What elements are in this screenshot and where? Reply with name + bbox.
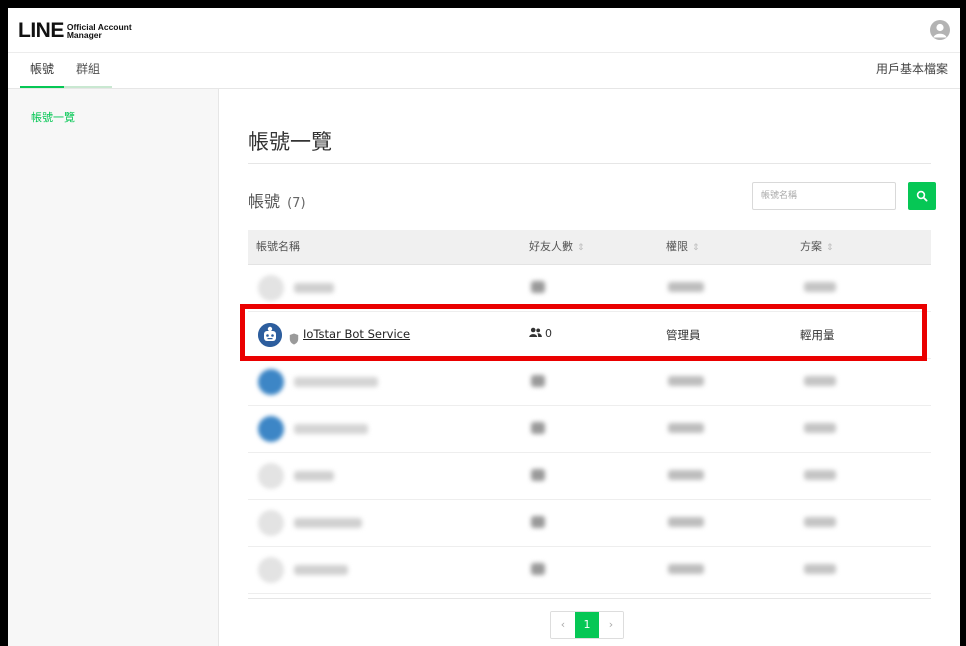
sidebar: 帳號一覽 — [8, 89, 219, 646]
logo-wordmark: LINE — [18, 19, 64, 42]
redacted-plan — [804, 564, 836, 574]
table-row[interactable] — [248, 547, 931, 594]
friends-count: 0 — [545, 327, 552, 340]
account-name-search-input[interactable] — [752, 182, 896, 210]
account-name-link[interactable]: IoTstar Bot Service — [303, 327, 410, 341]
table-row[interactable] — [248, 359, 931, 406]
redacted-name — [294, 283, 334, 293]
redacted-name — [294, 377, 378, 387]
column-header-plan[interactable]: 方案 ⇕ — [800, 230, 834, 265]
pagination: ‹ 1 › — [550, 611, 624, 639]
plan-cell: 輕用量 — [800, 328, 835, 342]
page-1-button[interactable]: 1 — [575, 612, 599, 638]
section-title: 帳號 (7) — [248, 188, 306, 212]
redacted-friends — [531, 375, 545, 387]
section-title-label: 帳號 — [248, 192, 281, 211]
tab-groups[interactable]: 群組 — [64, 53, 112, 88]
role-cell: 管理員 — [666, 328, 701, 342]
redacted-friends — [531, 281, 545, 293]
column-header-label: 帳號名稱 — [256, 240, 300, 253]
next-page-button[interactable]: › — [599, 612, 623, 638]
account-count: (7) — [287, 196, 306, 211]
redacted-friends — [531, 422, 545, 434]
prev-page-button[interactable]: ‹ — [551, 612, 575, 638]
sort-icon: ⇕ — [577, 243, 585, 253]
tab-accounts[interactable]: 帳號 — [20, 53, 64, 88]
friends-icon — [529, 327, 545, 340]
user-profile-link[interactable]: 用戶基本檔案 — [876, 53, 948, 86]
column-header-friends[interactable]: 好友人數 ⇕ — [529, 230, 585, 265]
accounts-table-header: 帳號名稱 好友人數 ⇕ 權限 ⇕ 方案 ⇕ — [248, 230, 931, 265]
top-header: LINE Official Account Manager — [8, 8, 960, 53]
logo-subtitle-line2: Manager — [66, 29, 102, 40]
line-oa-manager-logo[interactable]: LINE Official Account Manager — [18, 20, 132, 41]
table-row[interactable] — [248, 265, 931, 312]
redacted-role — [668, 470, 704, 480]
redacted-name — [294, 424, 368, 434]
redacted-role — [668, 517, 704, 527]
redacted-plan — [804, 470, 836, 480]
avatar — [258, 369, 284, 395]
friends-count-cell: 0 — [529, 327, 552, 340]
avatar — [258, 463, 284, 489]
nav-tabs-bar: 帳號 群組 用戶基本檔案 — [8, 53, 960, 89]
redacted-role — [668, 376, 704, 386]
column-header-role[interactable]: 權限 ⇕ — [666, 230, 700, 265]
redacted-plan — [804, 282, 836, 292]
search-button[interactable] — [908, 182, 936, 210]
sort-icon: ⇕ — [826, 243, 834, 253]
logo-subtitle: Official Account Manager — [66, 22, 132, 40]
redacted-plan — [804, 423, 836, 433]
redacted-name — [294, 565, 348, 575]
column-header-label: 好友人數 — [529, 240, 573, 253]
redacted-role — [668, 282, 704, 292]
shield-icon — [289, 330, 299, 345]
table-row[interactable] — [248, 453, 931, 500]
redacted-friends — [531, 563, 545, 575]
avatar — [258, 416, 284, 442]
redacted-name — [294, 471, 334, 481]
title-divider — [248, 163, 931, 164]
column-header-label: 權限 — [666, 240, 688, 253]
redacted-plan — [804, 376, 836, 386]
redacted-friends — [531, 469, 545, 481]
redacted-role — [668, 423, 704, 433]
sort-icon: ⇕ — [692, 243, 700, 253]
table-row[interactable] — [248, 500, 931, 547]
bot-avatar — [258, 323, 282, 347]
redacted-friends — [531, 516, 545, 528]
sidebar-item-account-list[interactable]: 帳號一覽 — [31, 109, 75, 125]
column-header-label: 方案 — [800, 240, 822, 253]
app-window: LINE Official Account Manager 帳號 群組 用戶基本… — [8, 8, 960, 646]
redacted-plan — [804, 517, 836, 527]
column-header-account-name: 帳號名稱 — [256, 230, 300, 264]
search-icon — [916, 187, 928, 206]
table-row[interactable] — [248, 406, 931, 453]
redacted-role — [668, 564, 704, 574]
page-title: 帳號一覽 — [248, 130, 332, 154]
table-row-iotstar[interactable]: IoTstar Bot Service 0 管理員 輕用量 — [248, 312, 931, 359]
avatar — [258, 510, 284, 536]
avatar — [258, 275, 284, 301]
pagination-divider — [248, 598, 931, 599]
avatar — [258, 557, 284, 583]
user-avatar-icon[interactable] — [930, 20, 950, 40]
redacted-name — [294, 518, 362, 528]
